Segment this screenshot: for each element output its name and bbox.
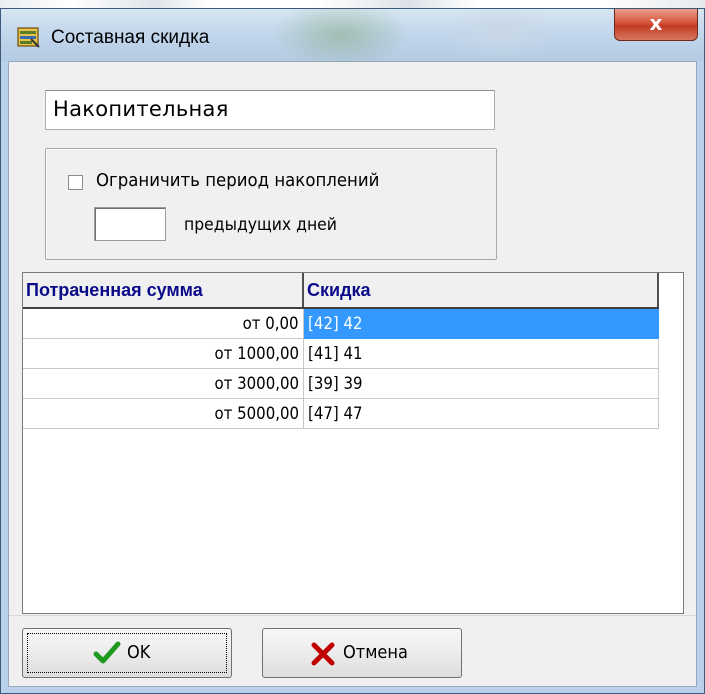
close-button[interactable]: x [614,9,698,41]
discount-levels-table[interactable]: Потраченная сумма Скидка от 0,00 [42] 42… [22,272,684,614]
days-label: предыдущих дней [184,215,337,235]
checkmark-icon [93,641,121,664]
cross-icon [311,642,335,666]
discount-cell[interactable]: [41] 41 [304,339,659,369]
close-icon: x [649,11,663,35]
discount-card-icon [17,27,40,48]
cancel-label: Отмена [343,642,408,663]
title-bar[interactable]: Составная скидка x [1,9,704,61]
table-row[interactable]: от 0,00 [42] 42 [23,309,659,339]
discount-cell[interactable]: [42] 42 [304,309,659,339]
table-row[interactable]: от 3000,00 [39] 39 [23,369,659,399]
cancel-button[interactable]: Отмена [262,628,462,678]
dialog-window: Составная скидка x Накопительная Огранич… [0,8,705,694]
amount-cell[interactable]: от 0,00 [23,309,304,339]
column-header-amount[interactable]: Потраченная сумма [23,273,304,307]
ok-button[interactable]: OK [22,628,232,678]
limit-period-checkbox[interactable] [68,175,83,190]
discount-cell[interactable]: [39] 39 [304,369,659,399]
amount-cell[interactable]: от 5000,00 [23,399,304,429]
table-row[interactable]: от 5000,00 [47] 47 [23,399,659,429]
table-row[interactable]: от 1000,00 [41] 41 [23,339,659,369]
amount-cell[interactable]: от 1000,00 [23,339,304,369]
amount-cell[interactable]: от 3000,00 [23,369,304,399]
accumulation-period-group: Ограничить период накоплений предыдущих … [45,148,497,260]
dialog-body: Накопительная Ограничить период накоплен… [8,61,697,687]
window-title: Составная скидка [51,27,210,48]
discount-name-field[interactable]: Накопительная [45,90,495,130]
limit-period-label[interactable]: Ограничить период накоплений [96,170,379,191]
ok-label: OK [127,642,151,663]
footer-divider [9,615,696,616]
table-header: Потраченная сумма Скидка [23,273,659,309]
days-field[interactable] [94,207,166,241]
column-header-discount[interactable]: Скидка [304,273,659,307]
discount-cell[interactable]: [47] 47 [304,399,659,429]
